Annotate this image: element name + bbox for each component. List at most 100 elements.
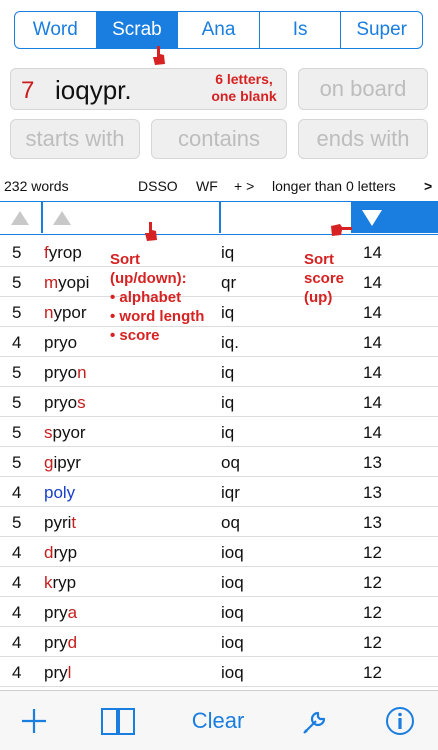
dictionary-selector[interactable]: DSSO bbox=[138, 178, 178, 194]
score-annotation-line3: (up) bbox=[304, 289, 333, 306]
contains-field[interactable]: contains bbox=[151, 119, 287, 159]
table-row[interactable]: 5 spyor iq 14 bbox=[0, 417, 438, 447]
word-score: 13 bbox=[363, 513, 382, 532]
word-segment: ryp bbox=[52, 573, 77, 592]
word: prya bbox=[44, 603, 77, 623]
word-score: 14 bbox=[363, 393, 382, 412]
sort-down-icon bbox=[362, 210, 382, 226]
word-segment: poly bbox=[44, 483, 76, 502]
word-segment: d bbox=[67, 633, 78, 652]
word: pryd bbox=[44, 633, 77, 653]
sort-up-icon bbox=[53, 211, 71, 225]
word-segment: n bbox=[77, 363, 87, 382]
word-hooks: ioq bbox=[221, 603, 244, 622]
word-score: 13 bbox=[363, 483, 382, 502]
rack-letter-count: 7 bbox=[21, 77, 35, 104]
word-segment: a bbox=[67, 603, 78, 622]
tab-word[interactable]: Word bbox=[15, 12, 97, 48]
sort-annotation-item: • alphabet bbox=[110, 289, 182, 306]
table-row[interactable]: 4 pryl ioq 12 bbox=[0, 657, 438, 687]
word: pryo bbox=[44, 333, 77, 353]
word-segment: pry bbox=[44, 603, 68, 622]
word: kryp bbox=[44, 573, 76, 593]
tab-scrab[interactable]: Scrab bbox=[96, 12, 179, 48]
tab-ana[interactable]: Ana bbox=[178, 12, 260, 48]
table-row[interactable]: 4 pryo iq. 14 bbox=[0, 327, 438, 357]
table-row[interactable]: 5 gipyr oq 13 bbox=[0, 447, 438, 477]
table-row[interactable]: 4 pryd ioq 12 bbox=[0, 627, 438, 657]
sort-score-button[interactable] bbox=[351, 202, 438, 233]
word-hooks: iq. bbox=[221, 333, 239, 352]
table-row[interactable]: 4 kryp ioq 12 bbox=[0, 567, 438, 597]
settings-button[interactable] bbox=[294, 691, 338, 750]
word-hooks: ioq bbox=[221, 633, 244, 652]
table-row[interactable]: 5 pryon iq 14 bbox=[0, 357, 438, 387]
word-segment: pry bbox=[44, 633, 68, 652]
word-length: 5 bbox=[12, 243, 22, 262]
word-length: 4 bbox=[12, 543, 22, 562]
dictionary-button[interactable] bbox=[96, 691, 140, 750]
rack-input[interactable]: 7 ioqypr. 6 letters, one blank bbox=[10, 68, 287, 110]
word-segment: k bbox=[44, 573, 53, 592]
word-segment: ryp bbox=[53, 543, 78, 562]
dictionary-mode-tabs: Word Scrab Ana Is Super bbox=[14, 11, 423, 49]
starts-with-field[interactable]: starts with bbox=[10, 119, 140, 159]
word-hooks: iq bbox=[221, 303, 235, 322]
table-row[interactable]: 4 prya ioq 12 bbox=[0, 597, 438, 627]
word-score: 12 bbox=[363, 633, 382, 652]
word-hooks: iq bbox=[221, 423, 235, 442]
length-filter-chevron-icon[interactable]: > bbox=[424, 178, 432, 194]
word-length: 5 bbox=[12, 363, 22, 382]
sort-annotation: Sort (up/down): • alphabet • word length… bbox=[110, 250, 204, 345]
word-segment: l bbox=[67, 663, 72, 682]
word-hooks: iqr bbox=[221, 483, 240, 502]
table-row[interactable]: 5 pyrit oq 13 bbox=[0, 507, 438, 537]
tab-is[interactable]: Is bbox=[260, 12, 342, 48]
sort-length-button[interactable] bbox=[0, 202, 41, 233]
word-score: 12 bbox=[363, 543, 382, 562]
book-icon bbox=[101, 708, 135, 735]
word-length: 5 bbox=[12, 453, 22, 472]
word-hooks: ioq bbox=[221, 543, 244, 562]
word-score: 12 bbox=[363, 663, 382, 682]
word: pryl bbox=[44, 663, 71, 683]
wf-toggle[interactable]: WF bbox=[196, 178, 218, 194]
word: pyrit bbox=[44, 513, 76, 533]
word-segment: ypor bbox=[53, 303, 87, 322]
clear-button[interactable]: Clear bbox=[178, 691, 258, 750]
rack-annotation-line1: 6 letters, bbox=[215, 71, 273, 87]
word: myopi bbox=[44, 273, 89, 293]
table-row[interactable]: 5 myopi qr 14 bbox=[0, 267, 438, 297]
add-button[interactable] bbox=[12, 691, 56, 750]
word: pryon bbox=[44, 363, 87, 383]
sort-annotation-subtitle: (up/down): bbox=[110, 270, 187, 287]
word-list: 5 fyrop iq 14 5 myopi qr 14 5 nypor iq 14 4 pryo iq. 14… bbox=[0, 237, 438, 687]
score-annotation: Sort score (up) bbox=[304, 250, 344, 307]
word-hooks: oq bbox=[221, 453, 240, 472]
table-row[interactable]: 4 dryp ioq 12 bbox=[0, 537, 438, 567]
info-button[interactable] bbox=[378, 691, 422, 750]
length-filter[interactable]: longer than 0 letters bbox=[272, 178, 396, 194]
pointing-hand-icon bbox=[153, 46, 165, 65]
word-score: 14 bbox=[363, 303, 382, 322]
word-hooks: ioq bbox=[221, 573, 244, 592]
word-segment: ipyr bbox=[53, 453, 81, 472]
table-row[interactable]: 5 nypor iq 14 bbox=[0, 297, 438, 327]
on-board-field[interactable]: on board bbox=[298, 68, 428, 110]
word-segment: pryo bbox=[44, 333, 78, 352]
word-segment: pyri bbox=[44, 513, 72, 532]
word-length: 5 bbox=[12, 273, 22, 292]
word-segment: pryo bbox=[44, 363, 78, 382]
table-row[interactable]: 5 pryos iq 14 bbox=[0, 387, 438, 417]
sort-word-button[interactable] bbox=[43, 202, 219, 233]
tab-super[interactable]: Super bbox=[341, 12, 422, 48]
word-score: 14 bbox=[363, 363, 382, 382]
word: gipyr bbox=[44, 453, 81, 473]
table-row[interactable]: 5 fyrop iq 14 bbox=[0, 237, 438, 267]
table-row[interactable]: 4 poly iqr 13 bbox=[0, 477, 438, 507]
word-hooks: iq bbox=[221, 363, 235, 382]
word-segment: yopi bbox=[58, 273, 90, 292]
ends-with-field[interactable]: ends with bbox=[298, 119, 428, 159]
word-hooks: ioq bbox=[221, 663, 244, 682]
plus-options[interactable]: + > bbox=[234, 178, 254, 194]
